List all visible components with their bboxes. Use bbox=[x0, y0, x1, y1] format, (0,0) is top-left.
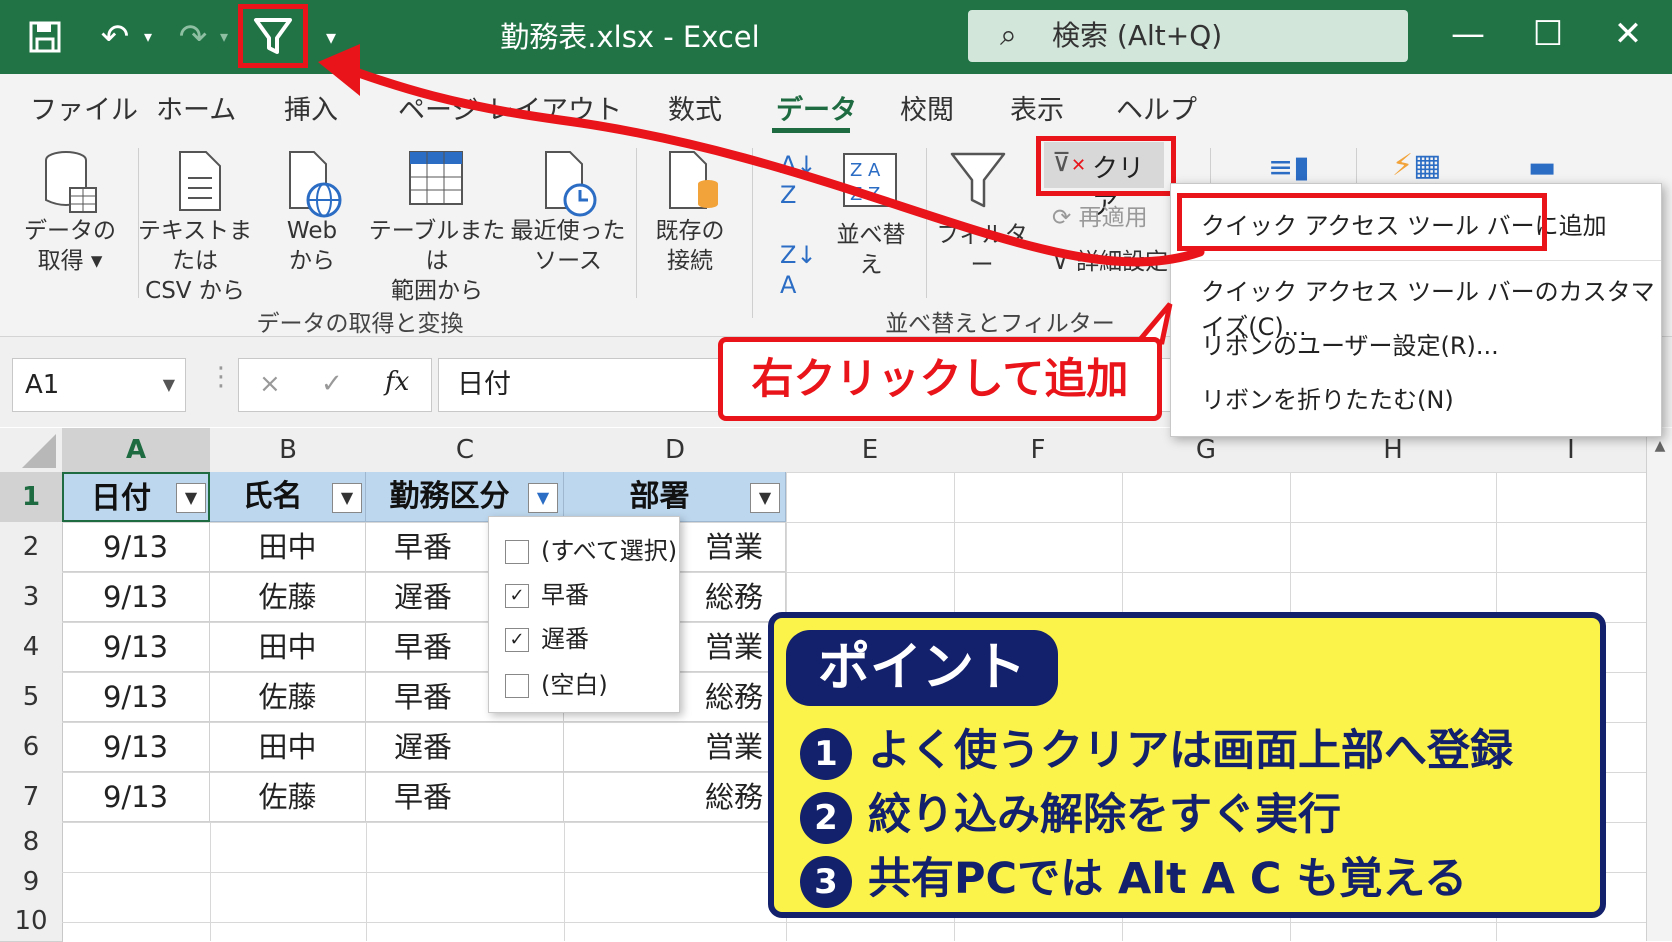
point-line-3: 3 共有PCでは Alt A C も覚える bbox=[800, 844, 1467, 908]
point-line-2: 2 絞り込み解除をすぐ実行 bbox=[800, 780, 1341, 844]
point-line-1: 1 よく使うクリアは画面上部へ登録 bbox=[800, 716, 1513, 780]
number-badge: 2 bbox=[800, 791, 852, 844]
callout-label: 右クリックして追加 bbox=[718, 337, 1162, 421]
point-tag: ポイント bbox=[786, 630, 1058, 706]
number-badge: 3 bbox=[800, 855, 852, 908]
number-badge: 1 bbox=[800, 727, 852, 780]
